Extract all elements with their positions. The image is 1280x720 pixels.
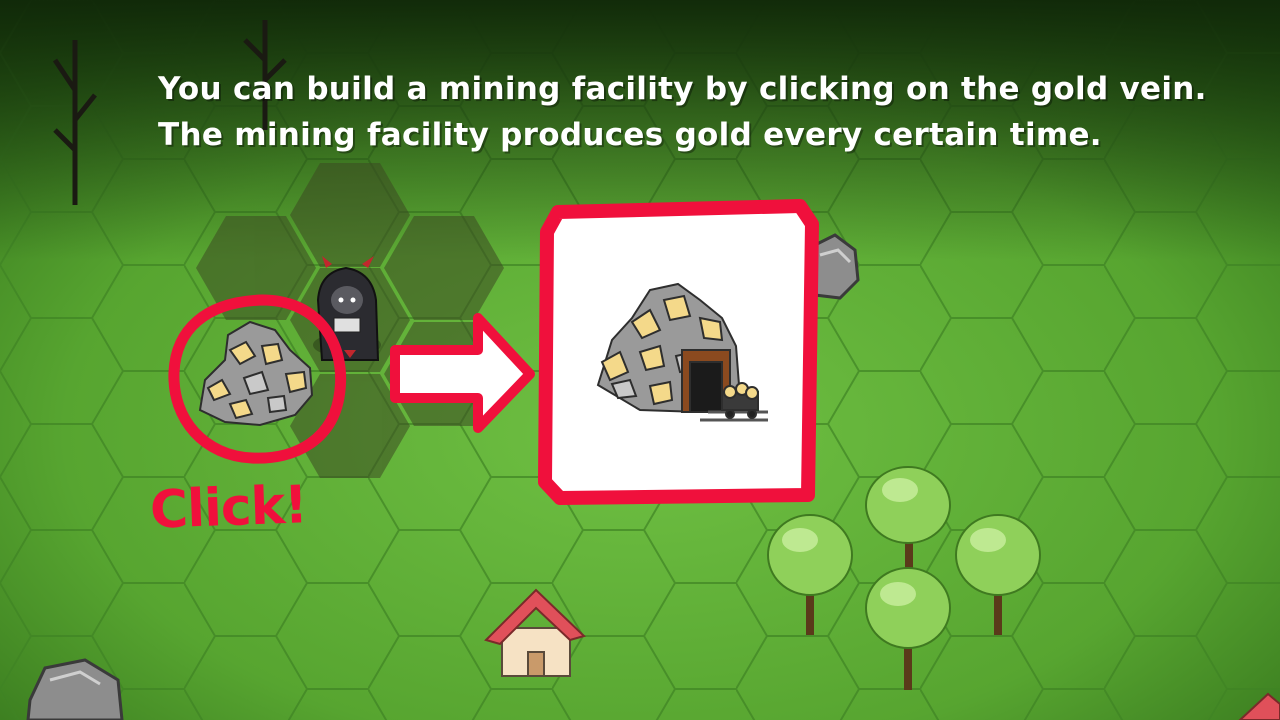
click-label: Click! (149, 475, 308, 541)
tutorial-line-2: The mining facility produces gold every … (158, 117, 1102, 153)
tutorial-line-1: You can build a mining facility by click… (158, 71, 1207, 107)
tutorial-instructions: You can build a mining facility by click… (158, 66, 1258, 158)
